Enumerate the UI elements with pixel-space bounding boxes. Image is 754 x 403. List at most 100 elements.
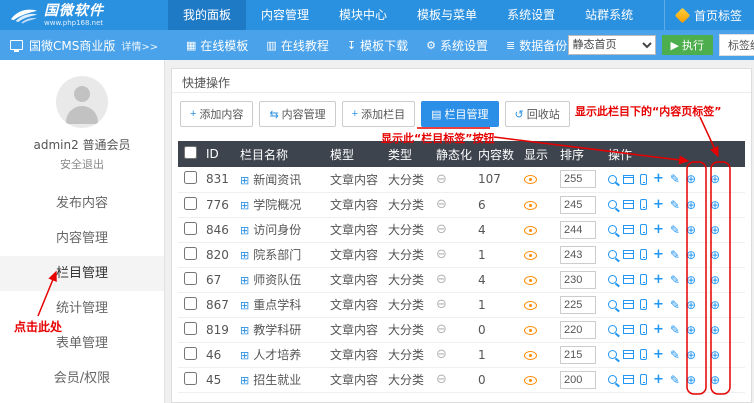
preview-icon[interactable] (608, 275, 617, 284)
static-status-icon[interactable]: ⊖ (436, 222, 447, 237)
static-status-icon[interactable]: ⊖ (436, 197, 447, 212)
visible-eye-icon[interactable] (524, 175, 537, 184)
sort-input[interactable] (560, 246, 596, 264)
logout-link[interactable]: 安全退出 (0, 156, 164, 172)
add-icon[interactable]: + (653, 375, 664, 385)
visible-eye-icon[interactable] (524, 351, 537, 360)
sidebar-item[interactable]: 表单管理 (0, 326, 164, 361)
column-tag-icon[interactable]: ⊕ (686, 273, 696, 287)
preview-icon[interactable] (608, 250, 617, 259)
row-checkbox[interactable] (184, 322, 197, 335)
add-icon[interactable]: + (653, 325, 664, 335)
edit-icon[interactable]: ✎ (670, 323, 680, 337)
category-name[interactable]: 教学科研 (253, 323, 301, 337)
subbar-link[interactable]: ▥在线教程 (266, 37, 328, 54)
mobile-icon[interactable] (640, 374, 647, 385)
mobile-icon[interactable] (640, 249, 647, 260)
visible-eye-icon[interactable] (524, 201, 537, 210)
sort-input[interactable] (560, 296, 596, 314)
content-tag-icon[interactable]: ⊕ (710, 273, 720, 287)
content-tag-icon[interactable]: ⊕ (710, 373, 720, 387)
static-status-icon[interactable]: ⊖ (436, 272, 447, 287)
sort-input[interactable] (560, 170, 596, 188)
static-status-icon[interactable]: ⊖ (436, 322, 447, 337)
sidebar-item[interactable]: 发布内容 (0, 186, 164, 221)
sidebar-item[interactable]: 上传设置 (0, 396, 164, 403)
add-icon[interactable]: + (653, 174, 664, 184)
column-header[interactable]: 显示 (520, 141, 556, 167)
detail-link[interactable]: 详情>> (121, 38, 158, 53)
visible-eye-icon[interactable] (524, 226, 537, 235)
select-all-checkbox[interactable] (184, 146, 197, 159)
edit-icon[interactable]: ✎ (670, 248, 680, 262)
category-name[interactable]: 重点学科 (253, 298, 301, 312)
browse-icon[interactable] (623, 200, 634, 209)
preview-icon[interactable] (608, 300, 617, 309)
toolbar-button[interactable]: +添加栏目 (342, 101, 415, 127)
browse-icon[interactable] (623, 225, 634, 234)
visible-eye-icon[interactable] (524, 376, 537, 385)
sort-input[interactable] (560, 221, 596, 239)
category-name[interactable]: 新闻资讯 (253, 173, 301, 187)
preview-icon[interactable] (608, 375, 617, 384)
browse-icon[interactable] (623, 175, 634, 184)
content-tag-icon[interactable]: ⊕ (710, 223, 720, 237)
sidebar-item[interactable]: 统计管理 (0, 291, 164, 326)
category-name[interactable]: 人才培养 (253, 348, 301, 362)
top-nav-item[interactable]: 站群系统 (570, 0, 648, 30)
top-nav-item[interactable]: 我的面板 (168, 0, 246, 30)
category-name[interactable]: 招生就业 (253, 373, 301, 387)
visible-eye-icon[interactable] (524, 251, 537, 260)
mobile-icon[interactable] (640, 299, 647, 310)
column-tag-icon[interactable]: ⊕ (686, 323, 696, 337)
category-name[interactable]: 学院概况 (253, 198, 301, 212)
edit-icon[interactable]: ✎ (670, 373, 680, 387)
column-tag-icon[interactable]: ⊕ (686, 373, 696, 387)
column-header[interactable]: 栏目名称 (236, 141, 326, 167)
subbar-link[interactable]: ⚙系统设置 (426, 37, 488, 54)
row-checkbox[interactable] (184, 272, 197, 285)
static-status-icon[interactable]: ⊖ (436, 347, 447, 362)
edit-icon[interactable]: ✎ (670, 223, 680, 237)
mobile-icon[interactable] (640, 274, 647, 285)
row-checkbox[interactable] (184, 347, 197, 360)
mobile-icon[interactable] (640, 349, 647, 360)
content-tag-icon[interactable]: ⊕ (710, 172, 720, 186)
static-status-icon[interactable]: ⊖ (436, 247, 447, 262)
top-nav-item[interactable]: 模板与菜单 (402, 0, 492, 30)
sidebar-item[interactable]: 内容管理 (0, 221, 164, 256)
visible-eye-icon[interactable] (524, 301, 537, 310)
preview-icon[interactable] (608, 325, 617, 334)
mobile-icon[interactable] (640, 224, 647, 235)
preview-icon[interactable] (608, 200, 617, 209)
static-status-icon[interactable]: ⊖ (436, 372, 447, 387)
sort-input[interactable] (560, 196, 596, 214)
browse-icon[interactable] (623, 275, 634, 284)
static-page-select[interactable]: 静态首页 (568, 35, 656, 55)
browse-icon[interactable] (623, 350, 634, 359)
sidebar-item[interactable]: 栏目管理 (0, 256, 164, 291)
add-icon[interactable]: + (653, 225, 664, 235)
add-icon[interactable]: + (653, 275, 664, 285)
sort-input[interactable] (560, 271, 596, 289)
browse-icon[interactable] (623, 325, 634, 334)
mobile-icon[interactable] (640, 324, 647, 335)
edit-icon[interactable]: ✎ (670, 198, 680, 212)
visible-eye-icon[interactable] (524, 326, 537, 335)
content-tag-icon[interactable]: ⊕ (710, 298, 720, 312)
row-checkbox[interactable] (184, 171, 197, 184)
column-tag-icon[interactable]: ⊕ (686, 172, 696, 186)
execute-button[interactable]: ▶ 执行 (662, 35, 713, 55)
row-checkbox[interactable] (184, 197, 197, 210)
static-status-icon[interactable]: ⊖ (436, 172, 447, 187)
brand-logo[interactable]: 国微软件 www.php168.net (0, 4, 168, 27)
toolbar-button[interactable]: ↺回收站 (505, 101, 570, 127)
edit-icon[interactable]: ✎ (670, 348, 680, 362)
add-icon[interactable]: + (653, 350, 664, 360)
toolbar-button[interactable]: +添加内容 (180, 101, 253, 127)
edit-icon[interactable]: ✎ (670, 273, 680, 287)
row-checkbox[interactable] (184, 247, 197, 260)
row-checkbox[interactable] (184, 222, 197, 235)
subbar-link[interactable]: ≣数据备份 (506, 37, 567, 54)
top-nav-item[interactable]: 模块中心 (324, 0, 402, 30)
